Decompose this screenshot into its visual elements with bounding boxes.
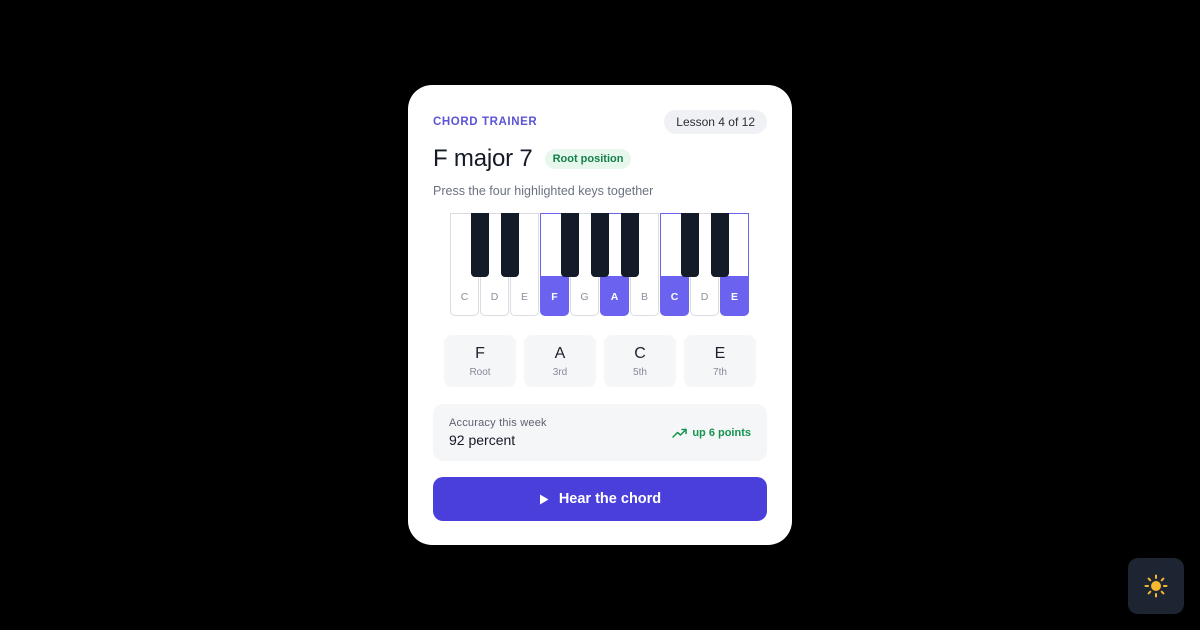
piano-keyboard: CDEFGABCDE [450,213,750,317]
instructions: Press the four highlighted keys together [433,184,654,198]
piano-black-key[interactable] [501,213,519,277]
accuracy-trend: up 6 points [672,427,751,439]
chord-tone-third: A 3rd [524,335,596,387]
hear-chord-label: Hear the chord [558,491,662,507]
piano-black-key[interactable] [711,213,729,277]
accuracy-panel: Accuracy this week 92 percent up 6 point… [433,404,767,461]
chord-tones: F Root A 3rd C 5th E 7th [433,335,767,387]
chord-title: F major 7 [433,145,533,172]
app-eyebrow: CHORD TRAINER [433,116,538,128]
tone-role: 3rd [552,366,568,378]
position-badge: Root position [544,149,632,169]
tone-note: E [714,344,726,362]
sun-icon [1144,574,1168,598]
lesson-progress-badge: Lesson 4 of 12 [664,110,767,134]
card-header: CHORD TRAINER Lesson 4 of 12 [433,110,767,134]
chord-trainer-card: CHORD TRAINER Lesson 4 of 12 F major 7 R… [408,85,792,545]
tone-role: Root [469,366,491,378]
chord-tone-root: F Root [444,335,516,387]
piano-black-key[interactable] [471,213,489,277]
accuracy-value: 92 percent [449,432,516,448]
accuracy-trend-text: up 6 points [692,426,751,439]
accuracy-text: Accuracy this week 92 percent [449,417,547,448]
piano-black-key[interactable] [591,213,609,277]
piano-black-key[interactable] [561,213,579,277]
theme-toggle-button[interactable] [1128,558,1184,614]
play-icon [539,494,549,504]
hear-chord-button[interactable]: Hear the chord [433,477,767,521]
piano-black-key[interactable] [621,213,639,277]
tone-note: C [634,344,646,362]
tone-note: F [475,344,485,362]
chord-tone-fifth: C 5th [604,335,676,387]
tone-note: A [554,344,566,362]
accuracy-label: Accuracy this week [449,417,547,429]
chord-tone-seventh: E 7th [684,335,756,387]
piano-black-key[interactable] [681,213,699,277]
chord-title-row: F major 7 Root position [433,144,767,174]
trending-up-icon [672,428,688,438]
tone-role: 5th [633,366,647,378]
tone-role: 7th [713,366,727,378]
